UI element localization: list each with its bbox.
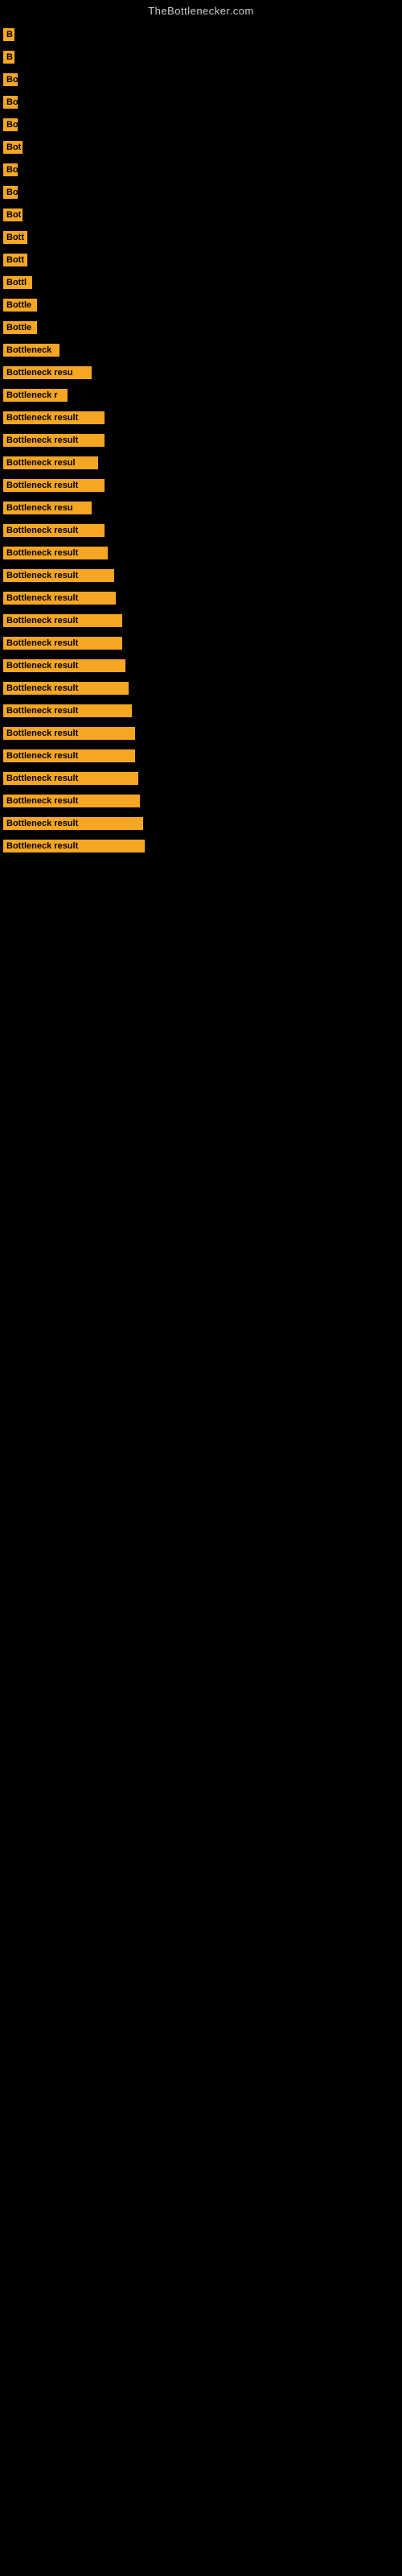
bar-row: Bottleneck result: [0, 474, 402, 497]
bar-row: Bott: [0, 249, 402, 271]
bar-label: Bottleneck result: [3, 840, 145, 852]
bar-label: Bottleneck result: [3, 479, 105, 492]
bar-label: B: [3, 28, 14, 41]
bar-label: Bottleneck result: [3, 637, 122, 650]
bar-row: Bottleneck result: [0, 767, 402, 790]
bar-label: Bo: [3, 73, 18, 86]
bar-label: Bottleneck resu: [3, 366, 92, 379]
bar-row: B: [0, 46, 402, 68]
bar-row: Bottleneck result: [0, 790, 402, 812]
bar-label: Bottleneck result: [3, 614, 122, 627]
bar-row: Bo: [0, 91, 402, 114]
bar-label: Bottl: [3, 276, 32, 289]
bar-row: Bo: [0, 68, 402, 91]
bar-row: Bottleneck result: [0, 542, 402, 564]
bar-row: Bottleneck result: [0, 722, 402, 745]
bar-row: Bottleneck result: [0, 407, 402, 429]
bar-label: Bottleneck result: [3, 817, 143, 830]
bar-label: Bottleneck result: [3, 772, 138, 785]
bar-label: Bottleneck result: [3, 727, 135, 740]
bar-label: Bottleneck resul: [3, 456, 98, 469]
bar-label: Bo: [3, 163, 18, 176]
bar-row: Bo: [0, 114, 402, 136]
bar-row: Bottleneck result: [0, 677, 402, 700]
bar-label: B: [3, 51, 14, 64]
bar-label: Bottleneck: [3, 344, 59, 357]
bar-label: Bottleneck r: [3, 389, 68, 402]
bar-label: Bottleneck result: [3, 434, 105, 447]
bar-row: Bot: [0, 204, 402, 226]
bar-label: Bottle: [3, 299, 37, 312]
bar-label: Bottleneck resu: [3, 502, 92, 514]
bar-row: Bo: [0, 181, 402, 204]
bar-row: Bottleneck r: [0, 384, 402, 407]
bar-row: Bottleneck result: [0, 700, 402, 722]
bar-label: Bo: [3, 118, 18, 131]
bar-label: Bottleneck result: [3, 569, 114, 582]
bar-row: Bottleneck result: [0, 564, 402, 587]
bar-label: Bo: [3, 96, 18, 109]
bar-row: Bo: [0, 159, 402, 181]
bar-label: Bottleneck result: [3, 795, 140, 807]
bar-row: Bottleneck result: [0, 587, 402, 609]
bar-row: Bottleneck result: [0, 745, 402, 767]
bar-row: Bottle: [0, 294, 402, 316]
bar-label: Bott: [3, 231, 27, 244]
bars-container: BB Bo Bo Bo Bot Bo Bo Bot Bott Bott Bottl Bottle Bot…: [0, 23, 402, 857]
bar-row: Bottleneck result: [0, 812, 402, 835]
bar-label: Bott: [3, 254, 27, 266]
bar-label: Bot: [3, 208, 23, 221]
bar-label: Bottleneck result: [3, 659, 125, 672]
bar-row: Bottle: [0, 316, 402, 339]
site-title: TheBottlenecker.com: [0, 0, 402, 23]
bar-row: Bottleneck result: [0, 519, 402, 542]
bar-row: Bottleneck resu: [0, 497, 402, 519]
bar-label: Bottleneck result: [3, 524, 105, 537]
bar-label: Bottleneck result: [3, 682, 129, 695]
bar-row: Bottleneck result: [0, 632, 402, 654]
bar-label: Bot: [3, 141, 23, 154]
bar-row: Bottl: [0, 271, 402, 294]
bar-row: Bott: [0, 226, 402, 249]
bar-label: Bottleneck result: [3, 749, 135, 762]
bar-row: Bottleneck result: [0, 835, 402, 857]
bar-row: Bottleneck result: [0, 429, 402, 452]
bar-label: Bottleneck result: [3, 592, 116, 605]
bar-row: B: [0, 23, 402, 46]
bar-label: Bottleneck result: [3, 547, 108, 559]
bar-label: Bottleneck result: [3, 411, 105, 424]
bar-row: Bot: [0, 136, 402, 159]
bar-row: Bottleneck resul: [0, 452, 402, 474]
bar-label: Bottleneck result: [3, 704, 132, 717]
bar-row: Bottleneck resu: [0, 361, 402, 384]
bar-row: Bottleneck result: [0, 609, 402, 632]
bar-row: Bottleneck result: [0, 654, 402, 677]
bar-label: Bottle: [3, 321, 37, 334]
bar-label: Bo: [3, 186, 18, 199]
bar-row: Bottleneck: [0, 339, 402, 361]
